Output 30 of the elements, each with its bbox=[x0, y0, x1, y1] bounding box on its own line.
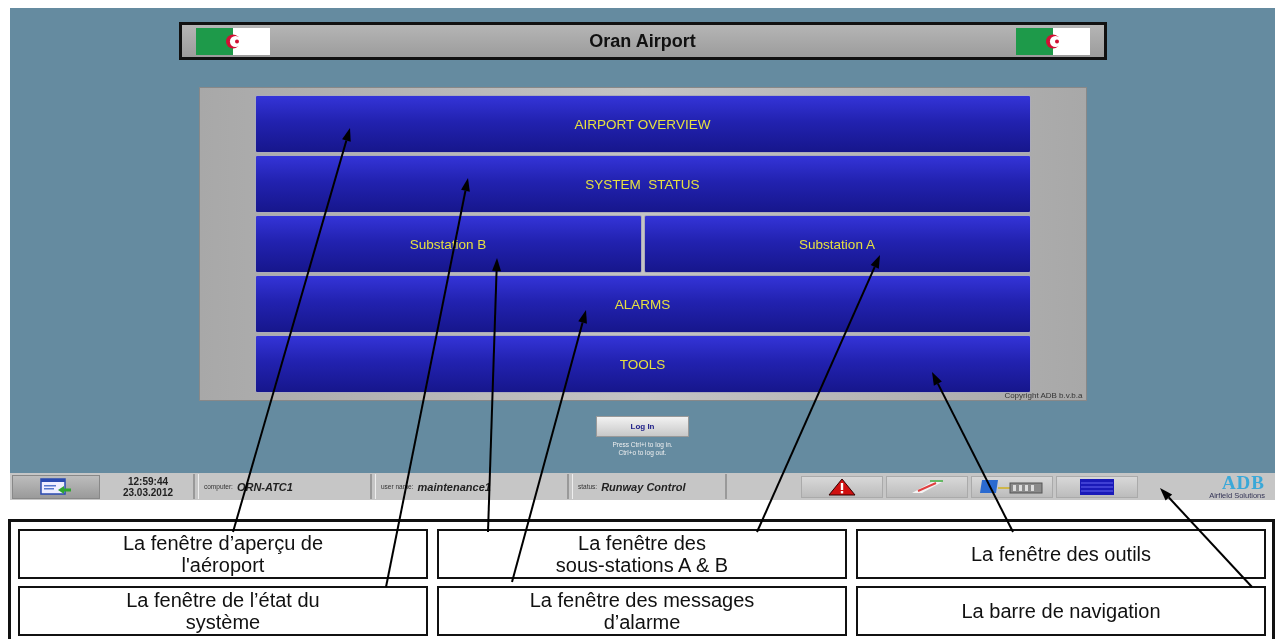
legend-cell: La fenêtre de l’état du système bbox=[18, 585, 428, 636]
menu-button[interactable]: Substation A bbox=[643, 215, 1031, 273]
clock-time: 12:59:44 bbox=[128, 475, 168, 487]
legend-cell: La fenêtre des messages d’alarme bbox=[437, 585, 847, 636]
network-button[interactable] bbox=[971, 475, 1053, 498]
legend-cell: La fenêtre d’aperçu de l'aéroport bbox=[18, 529, 428, 579]
menu-button[interactable]: TOOLS bbox=[254, 335, 1031, 393]
clock-date: 23.03.2012 bbox=[122, 486, 174, 498]
flag-icon bbox=[1015, 27, 1090, 55]
alarm-button[interactable] bbox=[801, 475, 883, 498]
computer-device-icon bbox=[980, 478, 1044, 495]
nav-button[interactable] bbox=[12, 474, 100, 499]
runway-icon bbox=[910, 478, 944, 495]
logo-name: ADB bbox=[1221, 473, 1265, 491]
field-value: Runway Control bbox=[601, 480, 686, 493]
legend-cell: La fenêtre des outils bbox=[856, 529, 1266, 579]
warning-icon bbox=[828, 477, 856, 496]
legend-cell: La fenêtre des sous-stations A & B bbox=[437, 529, 847, 579]
menu-button[interactable]: SYSTEM STATUS bbox=[254, 155, 1031, 213]
menu-button[interactable]: ALARMS bbox=[254, 275, 1031, 333]
window-arrow-icon bbox=[40, 477, 72, 496]
login-button[interactable]: Log In bbox=[596, 416, 689, 437]
menu-button[interactable]: AIRPORT OVERVIEW bbox=[254, 95, 1031, 153]
copyright-text: Copyright ADB b.v.b.a bbox=[1004, 391, 1083, 400]
list-icon bbox=[1080, 478, 1114, 495]
legend-cell: La barre de navigation bbox=[856, 585, 1266, 636]
menu-list-button[interactable] bbox=[1056, 475, 1138, 498]
field-value: maintenance1 bbox=[417, 480, 491, 493]
flag-icon bbox=[195, 27, 270, 55]
window-title: Oran Airport bbox=[589, 30, 696, 52]
